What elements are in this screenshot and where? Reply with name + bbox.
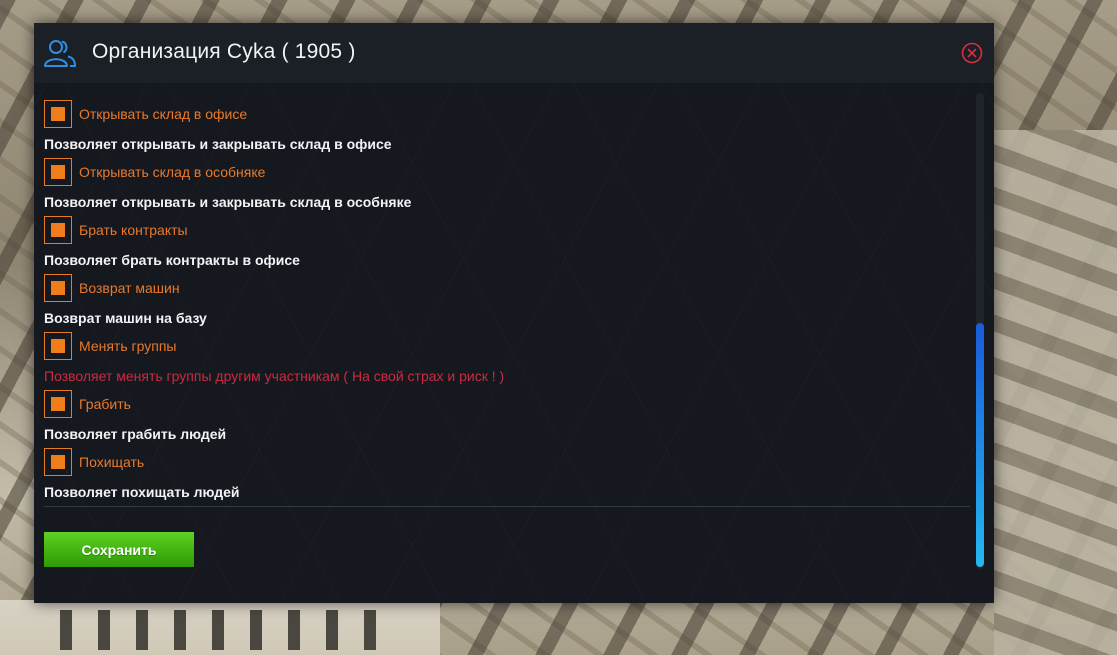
background-buildings: [60, 610, 390, 650]
permission-item: Открывать склад в особняке Позволяет откр…: [44, 158, 964, 216]
permission-checkbox[interactable]: [44, 332, 72, 360]
checkbox-checked-mark: [51, 281, 65, 295]
permission-label[interactable]: Похищать: [79, 454, 144, 470]
permission-toggle[interactable]: Брать контракты: [44, 216, 544, 246]
permission-item: Брать контракты Позволяет брать контракты…: [44, 216, 964, 274]
scrollbar-track[interactable]: [976, 93, 984, 569]
close-icon[interactable]: [961, 42, 983, 64]
permission-checkbox[interactable]: [44, 390, 72, 418]
permission-description: Позволяет похищать людей: [44, 484, 240, 500]
checkbox-checked-mark: [51, 107, 65, 121]
permission-checkbox[interactable]: [44, 448, 72, 476]
save-button[interactable]: Сохранить: [44, 532, 194, 567]
permission-description: Позволяет открывать и закрывать склад в …: [44, 194, 412, 210]
permission-toggle[interactable]: Грабить: [44, 390, 544, 420]
window-title: Организация Cyka ( 1905 ): [92, 40, 356, 63]
footer-divider: [44, 506, 970, 507]
permission-item: Похищать Позволяет похищать людей: [44, 448, 964, 506]
permission-toggle[interactable]: Открывать склад в особняке: [44, 158, 544, 188]
checkbox-checked-mark: [51, 455, 65, 469]
checkbox-checked-mark: [51, 223, 65, 237]
organization-window: Организация Cyka ( 1905 ) Открывать скла…: [34, 23, 994, 603]
permission-description: Позволяет открывать и закрывать склад в …: [44, 136, 392, 152]
scrollbar-thumb[interactable]: [976, 323, 984, 567]
permission-checkbox[interactable]: [44, 100, 72, 128]
permission-label[interactable]: Брать контракты: [79, 222, 188, 238]
permissions-list[interactable]: Открывать склад в офисе Позволяет открыва…: [44, 83, 972, 543]
window-titlebar: Организация Cyka ( 1905 ): [34, 23, 994, 83]
permission-toggle[interactable]: Похищать: [44, 448, 544, 478]
background-terrain: [994, 130, 1117, 655]
permission-checkbox[interactable]: [44, 274, 72, 302]
clipped-previous-item: [44, 83, 474, 93]
permission-description: Возврат машин на базу: [44, 310, 207, 326]
permission-item: Грабить Позволяет грабить людей: [44, 390, 964, 448]
checkbox-checked-mark: [51, 339, 65, 353]
permission-label[interactable]: Открывать склад в офисе: [79, 106, 247, 122]
users-icon: [44, 40, 76, 67]
permission-description: Позволяет грабить людей: [44, 426, 227, 442]
permission-toggle[interactable]: Возврат машин: [44, 274, 544, 304]
permission-label[interactable]: Менять группы: [79, 338, 176, 354]
permission-item: Возврат машин Возврат машин на базу: [44, 274, 964, 332]
permission-item: Менять группы Позволяет менять группы дру…: [44, 332, 964, 390]
permission-item: Открывать склад в офисе Позволяет открыва…: [44, 100, 964, 158]
permission-toggle[interactable]: Менять группы: [44, 332, 544, 362]
permission-checkbox[interactable]: [44, 158, 72, 186]
permission-label[interactable]: Возврат машин: [79, 280, 180, 296]
permission-label[interactable]: Грабить: [79, 396, 131, 412]
permission-checkbox[interactable]: [44, 216, 72, 244]
permission-description: Позволяет брать контракты в офисе: [44, 252, 300, 268]
checkbox-checked-mark: [51, 397, 65, 411]
permission-toggle[interactable]: Открывать склад в офисе: [44, 100, 544, 130]
checkbox-checked-mark: [51, 165, 65, 179]
permission-warning-description: Позволяет менять группы другим участника…: [44, 368, 505, 384]
permission-label[interactable]: Открывать склад в особняке: [79, 164, 265, 180]
